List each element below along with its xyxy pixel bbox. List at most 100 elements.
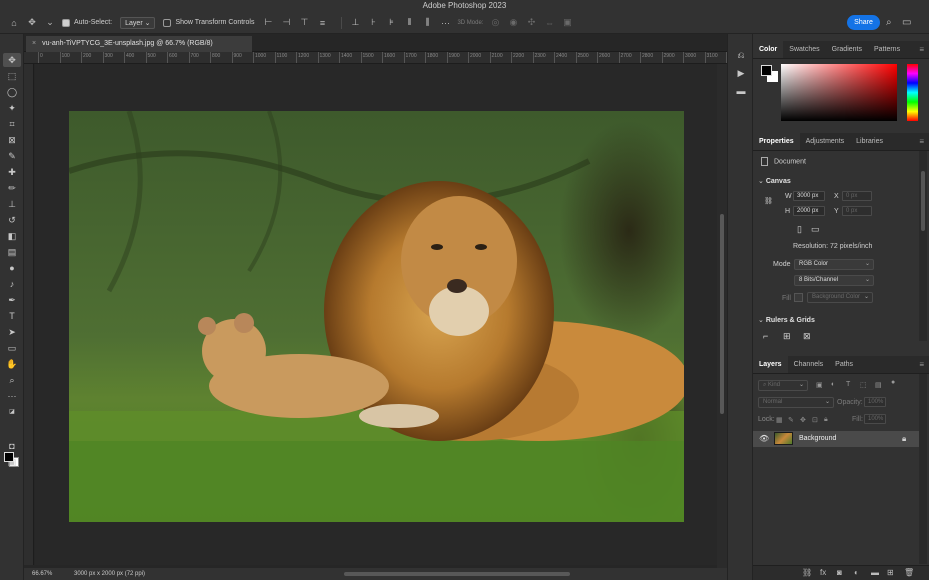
add-mask-icon[interactable]: ◙	[837, 568, 842, 577]
zoom-tool-icon[interactable]: ⌕	[3, 373, 21, 387]
eye-icon[interactable]: 👁︎	[759, 434, 769, 443]
orientation-landscape-icon[interactable]: ▭	[811, 224, 820, 235]
document-tab[interactable]: × vu-anh-TiVPTYCG_3E-unsplash.jpg @ 66.7%…	[26, 36, 252, 52]
frame-tool-icon[interactable]: ⊠	[3, 133, 21, 147]
panel-menu-icon[interactable]: ≡	[919, 41, 929, 58]
actions-panel-icon[interactable]: ▶	[735, 67, 747, 79]
guides-icon[interactable]: ⊠	[803, 331, 811, 342]
lock-all-icon[interactable]: 🔒︎	[824, 416, 828, 424]
horizontal-ruler[interactable]: 0 100 200 300 400 500 600 700 800 900 1000 1100 1200…	[24, 52, 727, 64]
grid-icon[interactable]: ⊞	[783, 331, 791, 342]
tool-preset-chevron-icon[interactable]: ⌄	[44, 16, 56, 30]
delete-layer-icon[interactable]: 🗑︎	[904, 568, 914, 577]
scale-3d-icon[interactable]: ▣	[561, 16, 573, 30]
eraser-tool-icon[interactable]: ◧	[3, 229, 21, 243]
healing-brush-tool-icon[interactable]: ✚	[3, 165, 21, 179]
marquee-tool-icon[interactable]: ⬚	[3, 69, 21, 83]
align-right-icon[interactable]: ⊤	[298, 16, 310, 30]
lock-artboard-icon[interactable]: ⊡	[812, 416, 818, 424]
quick-mask-icon[interactable]: ◘	[3, 439, 21, 453]
default-colors-icon[interactable]: ◪	[3, 405, 21, 419]
dodge-tool-icon[interactable]: ♪	[3, 277, 21, 291]
blend-mode-dropdown[interactable]: Normal ⌄	[758, 397, 834, 408]
tab-paths[interactable]: Paths	[829, 356, 859, 373]
lock-position-icon[interactable]: ✥	[800, 416, 806, 424]
pan-3d-icon[interactable]: ✣	[525, 16, 537, 30]
distribute-vcenter-icon[interactable]: ⊦	[367, 16, 379, 30]
width-field[interactable]: 3000 px	[793, 191, 825, 201]
tab-layers[interactable]: Layers	[753, 356, 788, 373]
new-group-icon[interactable]: ▬	[871, 568, 879, 577]
tab-color[interactable]: Color	[753, 41, 784, 58]
blur-tool-icon[interactable]: ●	[3, 261, 21, 275]
lasso-tool-icon[interactable]: ◯	[3, 85, 21, 99]
link-layers-icon[interactable]: ⛓	[802, 568, 812, 577]
tab-adjustments[interactable]: Adjustments	[800, 133, 851, 150]
slide-3d-icon[interactable]: ⇔	[543, 16, 555, 30]
height-field[interactable]: 2000 px	[793, 206, 825, 216]
auto-select-checkbox[interactable]	[62, 18, 70, 27]
tab-libraries[interactable]: Libraries	[850, 133, 889, 150]
bit-depth-dropdown[interactable]: 8 Bits/Channel ⌄	[794, 275, 874, 286]
orbit-3d-icon[interactable]: ◎	[489, 16, 501, 30]
opacity-field[interactable]: 100%	[864, 397, 886, 407]
distribute-horizontal-icon[interactable]: ⫴	[403, 16, 415, 30]
distribute-spacing-icon[interactable]: ⫼	[421, 16, 433, 30]
layer-lock-icon[interactable]: 🔒︎	[902, 434, 906, 444]
lock-paint-icon[interactable]: ✎	[788, 416, 794, 424]
tab-gradients[interactable]: Gradients	[826, 41, 868, 58]
fill-opacity-field[interactable]: 100%	[864, 414, 886, 424]
rulers-section-header[interactable]: ⌄ Rulers & Grids	[758, 316, 929, 324]
rectangle-tool-icon[interactable]: ▭	[3, 341, 21, 355]
tab-patterns[interactable]: Patterns	[868, 41, 906, 58]
fill-dropdown[interactable]: Background Color ⌄	[807, 292, 873, 303]
x-field[interactable]: 0 px	[842, 191, 872, 201]
hand-tool-icon[interactable]: ✋	[3, 357, 21, 371]
brush-tool-icon[interactable]: ✏	[3, 181, 21, 195]
properties-scrollbar[interactable]	[919, 151, 927, 341]
eyedropper-tool-icon[interactable]: ✎	[3, 149, 21, 163]
filter-pixel-icon[interactable]: ▣	[816, 381, 823, 389]
magic-wand-tool-icon[interactable]: ✦	[3, 101, 21, 115]
rulers-icon[interactable]: ⌐	[763, 331, 768, 341]
distribute-bottom-icon[interactable]: ⊧	[385, 16, 397, 30]
close-tab-icon[interactable]: ×	[32, 40, 36, 47]
tab-channels[interactable]: Channels	[788, 356, 830, 373]
vertical-scrollbar[interactable]	[717, 64, 727, 569]
home-icon[interactable]: ⌂	[8, 16, 20, 30]
align-left-icon[interactable]: ⊢	[262, 16, 274, 30]
filter-toggle-icon[interactable]: ●	[891, 379, 895, 386]
workspace-icon[interactable]: ▭	[902, 16, 911, 29]
share-button[interactable]: Share	[847, 15, 880, 30]
tab-swatches[interactable]: Swatches	[783, 41, 825, 58]
history-brush-tool-icon[interactable]: ↺	[3, 213, 21, 227]
roll-3d-icon[interactable]: ◉	[507, 16, 519, 30]
layer-filter-dropdown[interactable]: ⌕ Kind ⌄	[758, 380, 808, 391]
mode-dropdown[interactable]: RGB Color ⌄	[794, 259, 874, 270]
path-selection-tool-icon[interactable]: ➤	[3, 325, 21, 339]
panel-menu-icon[interactable]: ≡	[919, 133, 929, 150]
auto-select-dropdown[interactable]: Layer ⌄	[120, 16, 156, 29]
more-options-icon[interactable]: ···	[439, 16, 451, 30]
fill-swatch[interactable]	[794, 293, 803, 302]
color-panel-foreground[interactable]	[761, 65, 772, 76]
layer-row-background[interactable]: 👁︎ Background 🔒︎	[753, 431, 919, 447]
distribute-top-icon[interactable]: ⊥	[349, 16, 361, 30]
new-adjustment-layer-icon[interactable]: ◐	[854, 568, 859, 577]
filter-type-icon[interactable]: T	[846, 381, 850, 388]
horizontal-scroll-thumb[interactable]	[344, 572, 570, 576]
vertical-ruler[interactable]	[24, 64, 34, 565]
document-image[interactable]	[69, 111, 684, 522]
clone-stamp-tool-icon[interactable]: ⊥	[3, 197, 21, 211]
document-info[interactable]: 3000 px x 2000 px (72 ppi)	[74, 568, 145, 580]
vertical-scroll-thumb[interactable]	[720, 214, 724, 414]
move-tool-icon[interactable]: ✥	[26, 16, 38, 30]
align-vcenter-icon[interactable]: ≡	[316, 16, 328, 30]
move-tool-icon[interactable]: ✥	[3, 53, 21, 67]
properties-scroll-thumb[interactable]	[921, 171, 925, 231]
filter-shape-icon[interactable]: ⬚	[860, 381, 867, 389]
filter-smart-object-icon[interactable]: ▤	[875, 381, 882, 389]
align-hcenter-icon[interactable]: ⊣	[280, 16, 292, 30]
layers-scrollbar[interactable]	[919, 374, 927, 564]
gradient-tool-icon[interactable]: ▤	[3, 245, 21, 259]
